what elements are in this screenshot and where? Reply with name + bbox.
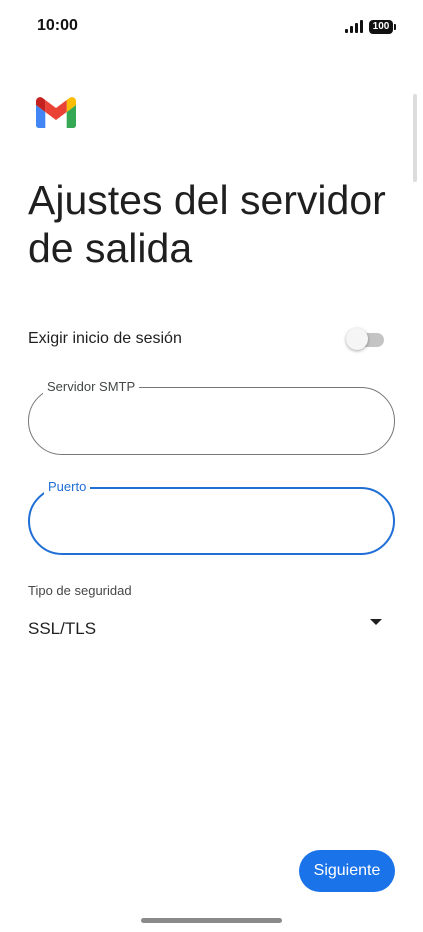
smtp-server-label: Servidor SMTP [43, 379, 140, 395]
require-login-toggle[interactable] [346, 328, 384, 350]
security-type-value: SSL/TLS [28, 619, 97, 638]
battery-icon: 100 [369, 20, 396, 34]
status-bar: 10:00 100 [0, 0, 423, 56]
require-login-label: Exigir inicio de sesión [28, 330, 182, 347]
dropdown-arrow-icon[interactable] [370, 619, 382, 625]
require-login-row[interactable]: Exigir inicio de sesión [28, 322, 384, 356]
port-field[interactable]: Puerto [28, 479, 395, 555]
security-type-select[interactable]: SSL/TLS [28, 612, 384, 646]
port-label: Puerto [44, 479, 91, 495]
gesture-bar[interactable] [141, 918, 282, 923]
signal-icon [345, 20, 363, 33]
scrollbar[interactable] [413, 94, 417, 182]
smtp-server-field[interactable]: Servidor SMTP [28, 379, 395, 455]
status-icons: 100 [345, 20, 396, 34]
next-button[interactable]: Siguiente [299, 850, 395, 892]
page-title: Ajustes del servidor de salida [28, 177, 386, 271]
toggle-thumb [346, 328, 368, 350]
status-time: 10:00 [37, 17, 78, 34]
gmail-icon [36, 97, 76, 128]
security-type-caption: Tipo de seguridad [28, 583, 132, 598]
